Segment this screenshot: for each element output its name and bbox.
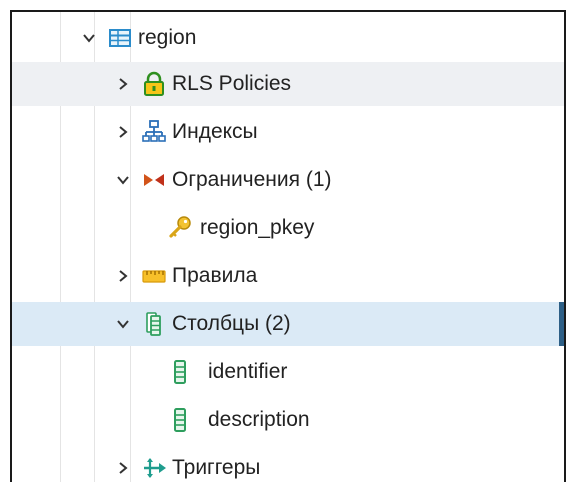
tree-node-label: Триггеры: [172, 456, 261, 479]
chevron-right-icon[interactable]: [112, 121, 134, 143]
tree-node-label: description: [208, 408, 310, 431]
object-browser-tree: region RLS Policies Индексы Ограничения …: [10, 10, 566, 482]
column-icon: [166, 406, 194, 434]
tree-node-identifier[interactable]: identifier: [12, 350, 564, 394]
tree-node-columns[interactable]: Столбцы (2): [12, 302, 564, 346]
key-icon: [166, 214, 194, 242]
chevron-down-icon[interactable]: [78, 27, 100, 49]
tree-node-label: region_pkey: [200, 216, 315, 239]
chevron-down-icon[interactable]: [112, 169, 134, 191]
tree-node-description[interactable]: description: [12, 398, 564, 442]
tree-node-region[interactable]: region: [12, 16, 564, 60]
tree-node-label: Столбцы (2): [172, 312, 291, 335]
column-icon: [166, 358, 194, 386]
tree-node-indexes[interactable]: Индексы: [12, 110, 564, 154]
tree-node-rules[interactable]: Правила: [12, 254, 564, 298]
tree-node-label: region: [138, 26, 197, 49]
tree-node-label: identifier: [208, 360, 288, 383]
columns-icon: [140, 310, 168, 338]
chevron-right-icon[interactable]: [112, 73, 134, 95]
tree-node-region-pkey[interactable]: region_pkey: [12, 206, 564, 250]
tree-node-label: Правила: [172, 264, 258, 287]
chevron-down-icon[interactable]: [112, 313, 134, 335]
chevron-right-icon[interactable]: [112, 457, 134, 479]
tree-node-rls-policies[interactable]: RLS Policies: [12, 62, 564, 106]
tree-node-label: RLS Policies: [172, 72, 292, 95]
rule-icon: [140, 262, 168, 290]
tree-node-label: Индексы: [172, 120, 258, 143]
chevron-right-icon[interactable]: [112, 265, 134, 287]
lock-icon: [140, 70, 168, 98]
table-icon: [106, 24, 134, 52]
tree-node-triggers[interactable]: Триггеры: [12, 446, 564, 482]
tree-node-constraints[interactable]: Ограничения (1): [12, 158, 564, 202]
index-icon: [140, 118, 168, 146]
tree-node-label: Ограничения (1): [172, 168, 332, 191]
trigger-icon: [140, 454, 168, 482]
constraint-icon: [140, 166, 168, 194]
